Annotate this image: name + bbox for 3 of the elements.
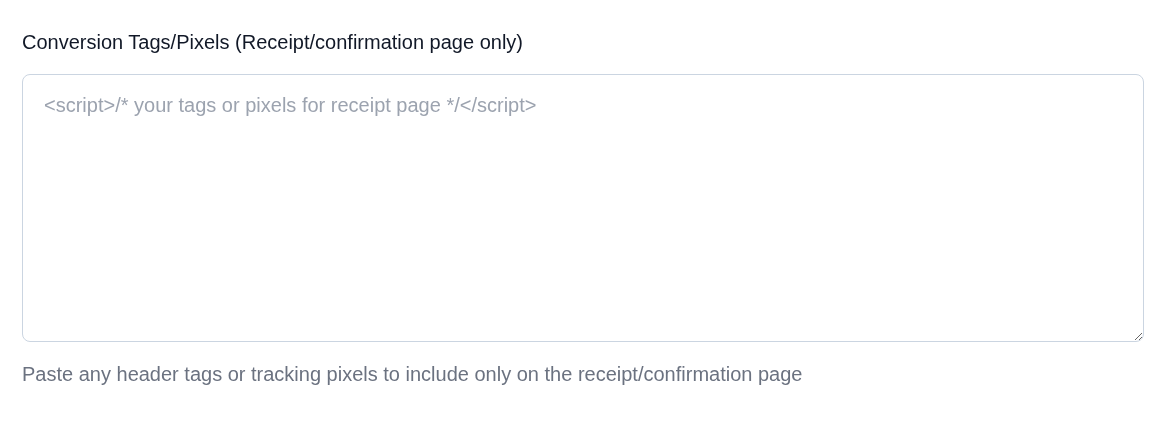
help-text: Paste any header tags or tracking pixels to include only on the receipt/confirmation page [22, 362, 803, 387]
field-label: Conversion Tags/Pixels (Receipt/confirmation page only) [22, 30, 523, 55]
text-area-field[interactable]: <script>/* your tags or pixels for receipt page */</script> [22, 74, 1144, 342]
